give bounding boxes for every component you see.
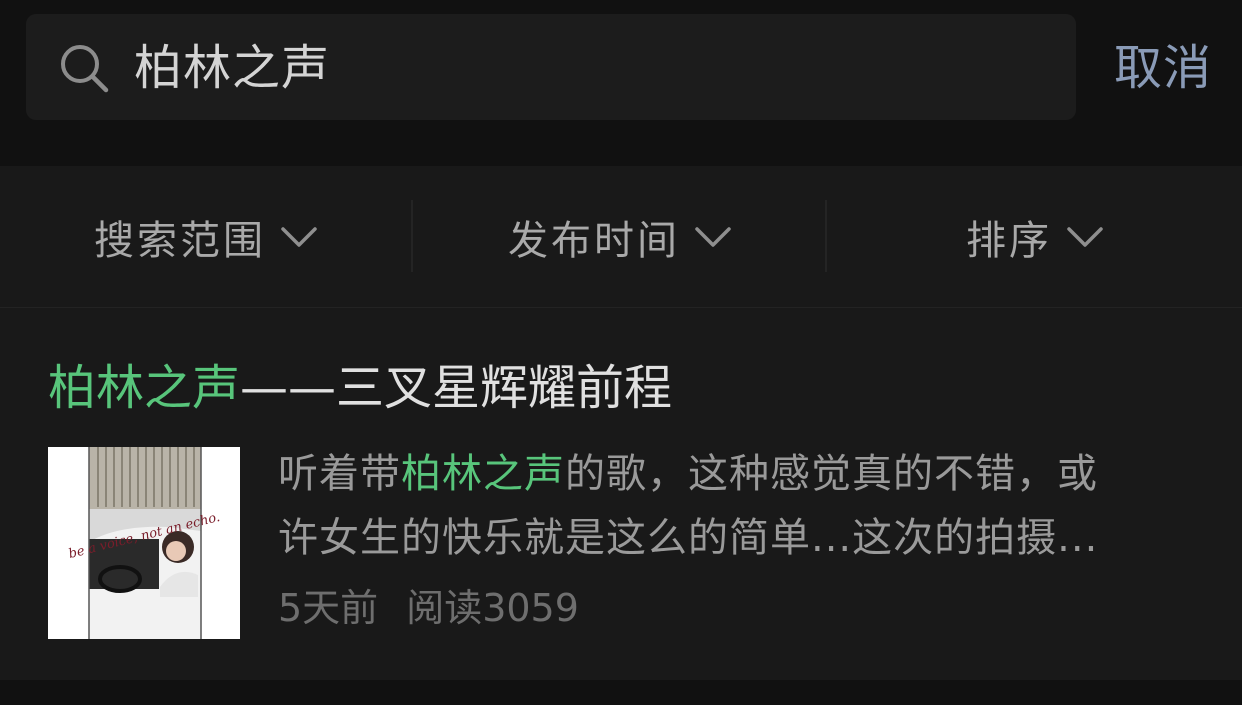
title-highlight: 柏林之声 [48, 360, 241, 416]
snippet-line: 许女生的快乐就是这么的简单...这次的拍摄... [278, 515, 1099, 561]
chevron-down-icon [1067, 226, 1103, 247]
filter-bar: 搜索范围 发布时间 排序 [0, 166, 1242, 308]
thumbnail-photo: be a voice, not an echo. [48, 447, 240, 639]
filter-divider [411, 200, 413, 272]
filter-label: 搜索范围 [94, 217, 266, 264]
snippet-text: 听着带 [278, 451, 401, 497]
result-thumbnail[interactable]: be a voice, not an echo. [48, 447, 240, 639]
snippet-highlight: 柏林之声 [401, 451, 565, 497]
publish-time: 5天前 [278, 586, 379, 630]
read-count: 阅读3059 [406, 586, 579, 630]
filter-sort[interactable]: 排序 [828, 166, 1242, 307]
filter-publish-time[interactable]: 发布时间 [414, 166, 826, 307]
search-results-screen: 柏林之声 取消 搜索范围 发布时间 排序 柏林之声——三叉星辉耀前程 be a … [0, 0, 1242, 705]
snippet-line: 听着带柏林之声的歌，这种感觉真的不错，或 [278, 442, 1198, 506]
bottom-spacer [0, 680, 1242, 705]
result-snippet: 听着带柏林之声的歌，这种感觉真的不错，或 许女生的快乐就是这么的简单...这次的… [278, 442, 1198, 570]
search-input[interactable]: 柏林之声 [134, 36, 330, 100]
chevron-down-icon [695, 226, 731, 247]
result-meta: 5天前 阅读3059 [278, 582, 579, 634]
filter-label: 排序 [966, 217, 1052, 264]
snippet-text: 的歌，这种感觉真的不错，或 [565, 451, 1098, 497]
title-text: ——三叉星辉耀前程 [240, 360, 673, 416]
result-title[interactable]: 柏林之声——三叉星辉耀前程 [48, 356, 672, 420]
filter-label: 发布时间 [508, 217, 680, 264]
chevron-down-icon [281, 226, 317, 247]
search-header: 柏林之声 取消 [0, 0, 1242, 135]
search-icon [61, 45, 109, 93]
filter-divider [825, 200, 827, 272]
cancel-button[interactable]: 取消 [1114, 36, 1212, 100]
result-card[interactable]: 柏林之声——三叉星辉耀前程 be a voice, not an echo. 听… [0, 308, 1242, 680]
filter-search-scope[interactable]: 搜索范围 [0, 166, 412, 307]
